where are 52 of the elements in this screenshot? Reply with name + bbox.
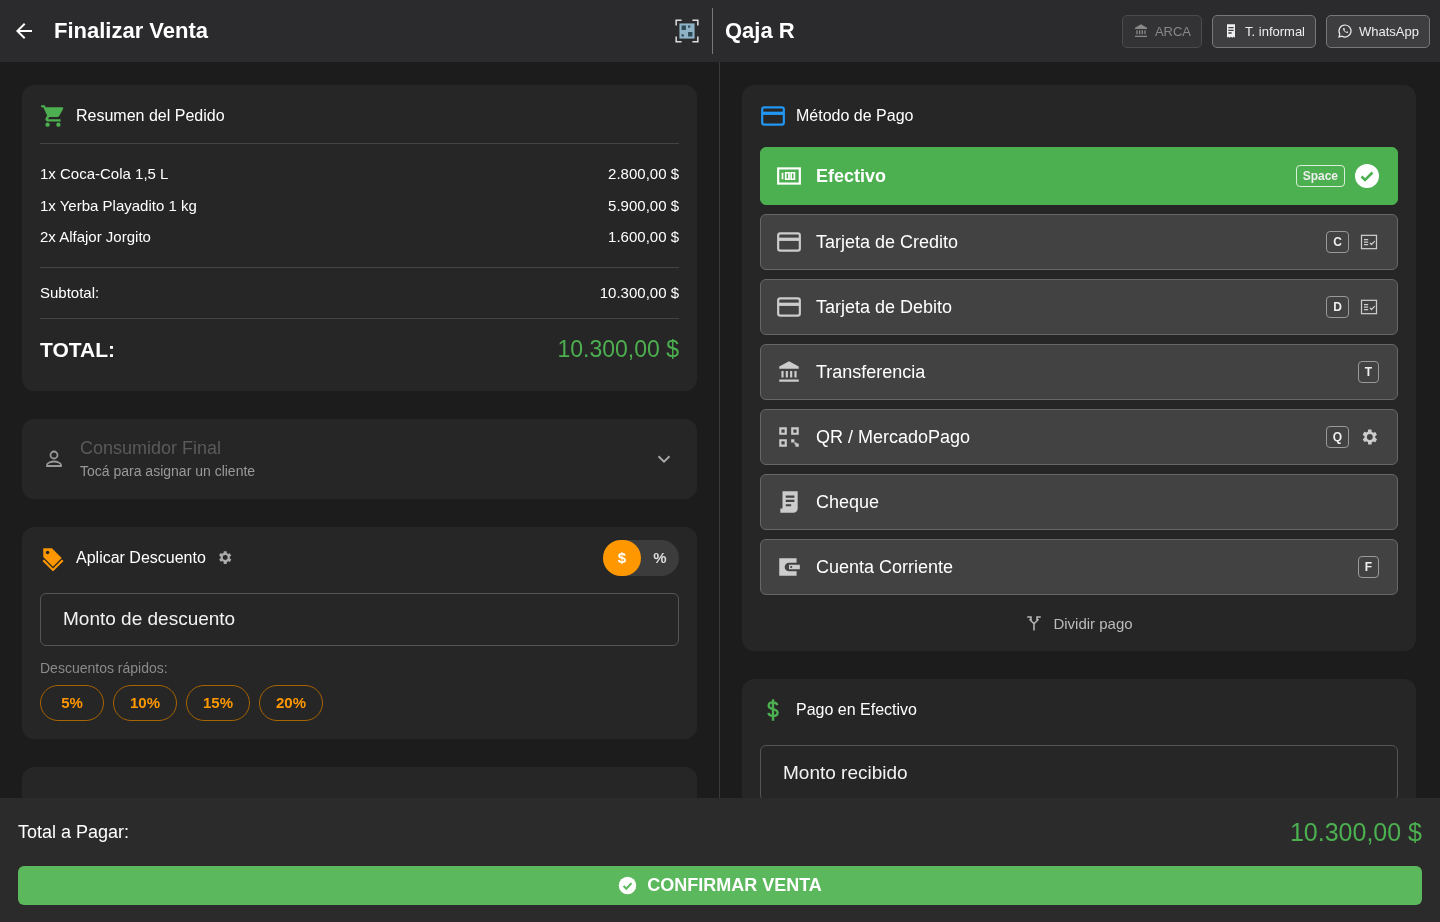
subtotal-label: Subtotal: bbox=[40, 284, 100, 301]
checklist-icon[interactable] bbox=[1359, 297, 1379, 317]
shortcut-key: Space bbox=[1295, 165, 1345, 187]
payment-method-option[interactable]: Tarjeta de Credito C bbox=[760, 214, 1398, 270]
bank-icon bbox=[776, 359, 802, 385]
payment-method-option[interactable]: Cuenta Corriente F bbox=[760, 539, 1398, 595]
store-name: Qaja R bbox=[725, 18, 795, 44]
item-name: 2x Alfajor Jorgito bbox=[40, 228, 151, 246]
credit-card-icon bbox=[760, 103, 786, 129]
card-title: Pago en Efectivo bbox=[796, 701, 917, 719]
page-title: Finalizar Venta bbox=[54, 18, 209, 44]
card-title: Resumen del Pedido bbox=[76, 107, 225, 125]
credit-card-icon bbox=[776, 229, 802, 255]
cart-icon bbox=[40, 103, 66, 129]
payment-method-option[interactable]: QR / MercadoPago Q bbox=[760, 409, 1398, 465]
check-circle-icon bbox=[1355, 164, 1379, 188]
total-label: TOTAL: bbox=[40, 337, 116, 362]
payment-method-option[interactable]: Tarjeta de Debito D bbox=[760, 279, 1398, 335]
card-title: Aplicar Descuento bbox=[76, 548, 206, 567]
shortcut-key: F bbox=[1357, 556, 1379, 578]
split-arrows-icon bbox=[1025, 614, 1044, 632]
item-amount: 5.900,00 $ bbox=[608, 196, 679, 214]
total-amount: 10.300,00 $ bbox=[557, 336, 679, 363]
total-to-pay-label: Total a Pagar: bbox=[18, 821, 130, 843]
item-amount: 1.600,00 $ bbox=[608, 228, 679, 246]
header-button[interactable]: WhatsApp bbox=[1326, 14, 1430, 48]
discount-amount-field[interactable]: Monto de descuento bbox=[40, 592, 679, 646]
shortcut-key: D bbox=[1326, 296, 1349, 318]
credit-card-icon bbox=[776, 294, 802, 320]
header-button[interactable]: T. informal bbox=[1212, 14, 1316, 48]
payment-method-option[interactable]: Cheque bbox=[760, 474, 1398, 530]
bank-icon bbox=[1132, 23, 1149, 39]
qr-code-icon bbox=[674, 18, 700, 44]
shortcut-key: C bbox=[1326, 231, 1349, 253]
split-payment-button[interactable]: Dividir pago bbox=[1019, 613, 1139, 633]
chat-bubble-icon bbox=[1337, 23, 1353, 39]
quick-discounts-label: Descuentos rápidos: bbox=[40, 659, 169, 676]
payment-method-option[interactable]: Transferencia T bbox=[760, 344, 1398, 400]
shortcut-key: T bbox=[1357, 361, 1379, 383]
item-name: 1x Yerba Playadito 1 kg bbox=[40, 196, 197, 214]
mode-option[interactable]: % bbox=[641, 539, 679, 576]
customer-hint: Tocá para asignar un cliente bbox=[80, 463, 257, 479]
check-circle-icon bbox=[618, 876, 638, 895]
item-name: 1x Coca-Cola 1,5 L bbox=[40, 165, 169, 183]
shortcut-key: Q bbox=[1325, 426, 1349, 448]
amount-received-field[interactable]: Monto recibido bbox=[760, 745, 1398, 801]
checklist-icon[interactable] bbox=[1359, 232, 1379, 252]
qr-code-icon bbox=[776, 424, 802, 450]
item-amount: 2.800,00 $ bbox=[608, 165, 679, 183]
card-title: Método de Pago bbox=[796, 107, 914, 125]
total-to-pay-amount: 10.300,00 $ bbox=[1289, 817, 1422, 847]
subtotal-amount: 10.300,00 $ bbox=[599, 284, 679, 301]
